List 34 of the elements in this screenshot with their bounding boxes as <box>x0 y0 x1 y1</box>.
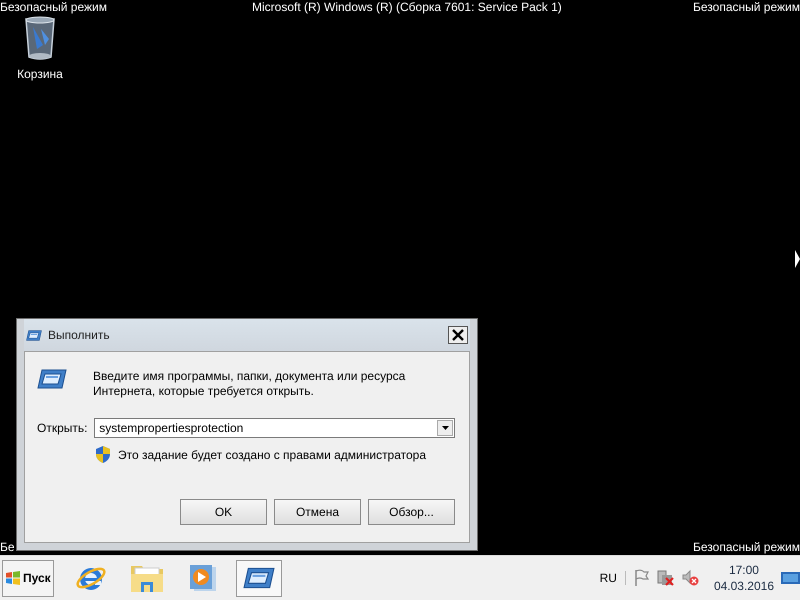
clock-time[interactable]: 17:00 <box>728 562 759 578</box>
dropdown-button[interactable] <box>437 420 453 436</box>
run-icon <box>37 369 67 389</box>
start-button[interactable]: Пуск <box>2 560 54 596</box>
cursor-edge-icon <box>795 250 800 268</box>
instruction-text: Введите имя программы, папки, документа или ресурса Интернета, которые требуется открыть. <box>93 369 406 399</box>
open-label: Открыть: <box>37 421 88 435</box>
speaker-muted-icon[interactable] <box>682 569 700 587</box>
shield-icon <box>95 446 111 463</box>
admin-note: Это задание будет создано с правами администратора <box>118 448 426 462</box>
recycle-bin-icon[interactable] <box>23 15 57 61</box>
dialog-button[interactable]: Отмена <box>274 499 361 525</box>
mode-label: Безопасный режим <box>0 0 107 14</box>
play-icon <box>188 563 218 593</box>
flag-icon[interactable] <box>634 569 650 587</box>
taskbar-button[interactable] <box>236 560 282 596</box>
open-input-field[interactable]: systempropertiesprotection <box>94 418 455 438</box>
network-error-icon[interactable] <box>656 569 676 587</box>
mode-label: Microsoft (R) Windows (R) (Сборка 7601: Service Pack 1) <box>252 0 562 14</box>
run-icon <box>26 330 42 340</box>
language-indicator[interactable]: RU <box>600 571 626 585</box>
caret-icon <box>442 426 448 430</box>
mode-label: Безопасный режим <box>693 540 800 554</box>
clock-date[interactable]: 04.03.2016 <box>714 578 774 594</box>
run-icon <box>243 567 275 589</box>
dialog-button[interactable]: OK <box>180 499 267 525</box>
window-title: Выполнить <box>48 328 111 342</box>
mode-label: Безопасный режим <box>693 0 800 14</box>
windows-flag-icon <box>5 571 21 585</box>
desktop-icon-label[interactable]: Корзина <box>17 67 63 81</box>
close-button[interactable] <box>448 326 468 344</box>
monitor-icon[interactable] <box>780 569 800 587</box>
dialog-button[interactable]: Обзор... <box>368 499 455 525</box>
mode-label: Бе <box>0 540 15 554</box>
